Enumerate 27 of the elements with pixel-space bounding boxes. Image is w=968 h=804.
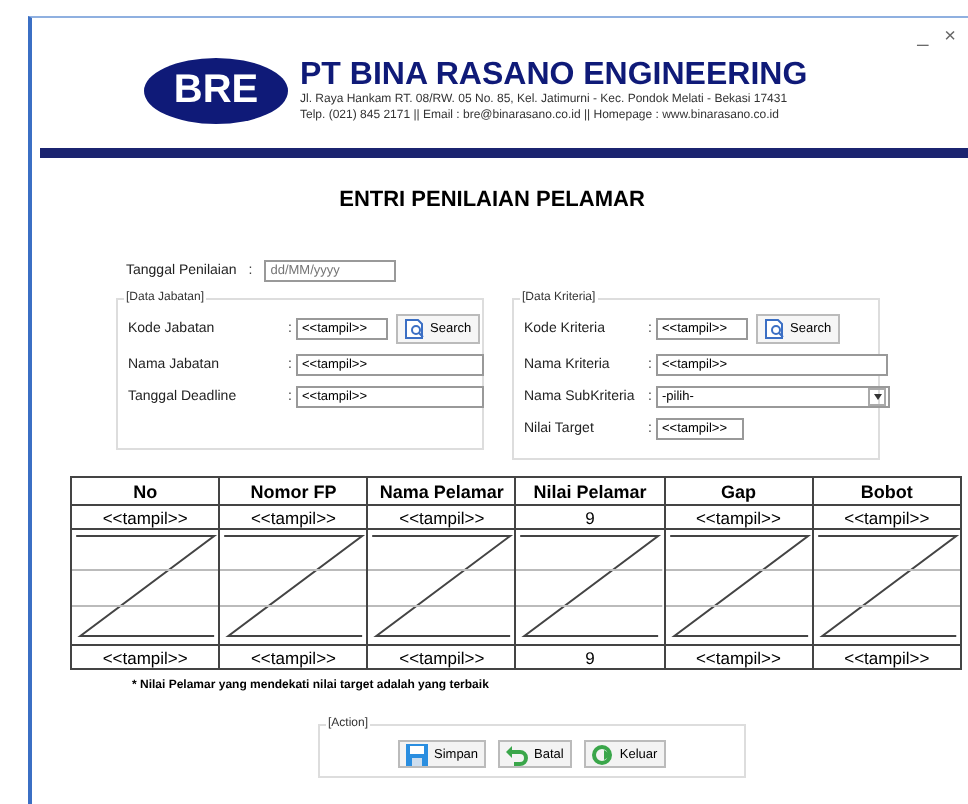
table-cell: 9 <box>515 505 665 529</box>
column-header: Nama Pelamar <box>367 477 516 505</box>
table-cell: <<tampil>> <box>219 505 368 529</box>
logo: BRE <box>144 58 288 124</box>
column-header: Bobot <box>812 477 961 505</box>
undo-arrow-icon <box>506 743 529 765</box>
table-cell: <<tampil>> <box>664 645 813 669</box>
table-cell: <<tampil>> <box>664 505 813 529</box>
column-header: Nilai Pelamar <box>515 477 665 505</box>
table-cell: <<tampil>> <box>71 505 220 529</box>
table-cell: <<tampil>> <box>219 645 368 669</box>
table-cell: <<tampil>> <box>71 645 220 669</box>
window-control[interactable]: _ <box>917 26 929 48</box>
search-icon <box>404 318 426 340</box>
search-icon <box>764 318 786 340</box>
table-cell: 9 <box>515 645 665 669</box>
company-name: PT BINA RASANO ENGINEERING <box>300 58 808 92</box>
table-cell: <<tampil>> <box>367 505 516 529</box>
column-header: Nomor FP <box>219 477 368 505</box>
column-header: Gap <box>664 477 813 505</box>
form-title: ENTRI PENILAIAN PELAMAR <box>337 188 647 212</box>
window-control[interactable]: × <box>944 26 956 48</box>
table-cell: <<tampil>> <box>812 505 961 529</box>
dropdown-arrow-icon <box>873 394 881 400</box>
table-cell: <<tampil>> <box>812 645 961 669</box>
column-header: No <box>71 477 220 505</box>
table-cell: <<tampil>> <box>367 645 516 669</box>
